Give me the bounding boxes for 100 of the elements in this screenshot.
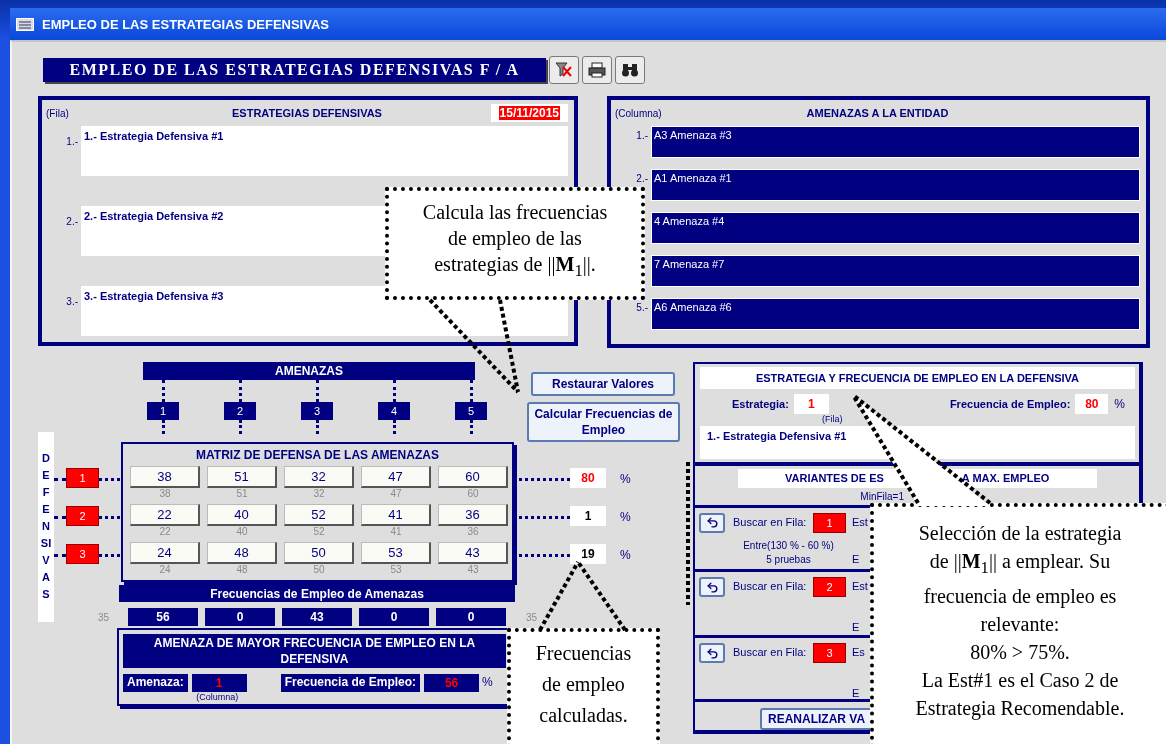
frequency-value: 0	[205, 608, 275, 626]
shadow-value: 41	[389, 526, 403, 539]
cut-text: Est	[851, 579, 868, 593]
item-number: 2.-	[635, 172, 649, 184]
tries-text: 5 pruebas	[766, 552, 811, 567]
shadow-value: 43	[466, 564, 480, 577]
shadow-value: 53	[389, 564, 403, 577]
matrix-cell[interactable]: 38	[130, 466, 200, 488]
matrix-cell[interactable]: 40	[207, 504, 277, 526]
range-text: Entre(130 % - 60 %)	[743, 538, 834, 553]
matrix-cell[interactable]: 41	[361, 504, 431, 526]
field-hint: (Columna)	[196, 692, 239, 702]
percent-sign: %	[620, 472, 631, 486]
threat-field: A6 Amenaza #6	[651, 298, 1140, 330]
column-number: 3	[301, 402, 333, 420]
threats-header: AMENAZAS	[143, 362, 475, 380]
percent-sign: %	[1114, 397, 1125, 411]
result-field: 19	[570, 544, 606, 564]
matrix-cell[interactable]: 32	[284, 466, 354, 488]
matrix-cell[interactable]: 24	[130, 542, 200, 564]
frequency-label: Frecuencia de Empleo:	[280, 674, 421, 692]
toolbar-button[interactable]	[615, 56, 645, 84]
matrix-cell[interactable]: 36	[438, 504, 508, 526]
search-row-label: Buscar en Fila:	[733, 645, 808, 659]
callout-tooltip: Calcula las frecuencias de empleo de las estrategias de ||M$_{1}$||.	[385, 187, 645, 300]
date-field: 15/11/2015	[490, 104, 568, 122]
undo-button[interactable]	[699, 577, 725, 598]
matrix-title: MATRIZ DE DEFENSA DE LAS AMENAZAS	[195, 447, 440, 464]
matrix-cell[interactable]: 51	[207, 466, 277, 488]
frequency-value: 0	[436, 608, 506, 626]
frequencies-header: Frecuencias de Empleo de Amenazas	[119, 585, 515, 602]
matrix-cell[interactable]: 47	[361, 466, 431, 488]
strategy-field: 1.- Estrategia Defensiva #1	[81, 126, 568, 176]
field-hint: (Fila)	[822, 414, 844, 424]
item-number: 5.-	[635, 301, 649, 313]
threat-label: Amenaza:	[123, 674, 188, 692]
panel-title: ESTRATEGIA Y FRECUENCIA DE EMPLEO EN LA DEFENSIVA	[700, 367, 1135, 389]
calculate-button[interactable]: Calcular Frecuencias de Empleo	[527, 402, 680, 442]
panel-title: AMENAZAS A LA ENTIDAD	[806, 107, 949, 119]
cut-text: Est	[851, 514, 868, 528]
printer-icon	[588, 62, 606, 78]
cut-text: E	[851, 686, 861, 700]
matrix-cell[interactable]: 48	[207, 542, 277, 564]
item-number: 1.-	[65, 135, 79, 147]
min-row-note: MinFila=1	[859, 490, 904, 502]
panel-hint: (Fila)	[46, 107, 69, 119]
shadow-value: 32	[312, 488, 326, 501]
panel-hint: (Columna)	[615, 107, 662, 119]
undo-button[interactable]	[699, 512, 725, 533]
column-number: 1	[147, 402, 179, 420]
matrix-cell[interactable]: 22	[130, 504, 200, 526]
percent-sign: %	[482, 675, 493, 689]
matrix-cell[interactable]: 53	[361, 542, 431, 564]
matrix-cell[interactable]: 43	[438, 542, 508, 564]
matrix-cell[interactable]: 52	[284, 504, 354, 526]
row-number: 1	[813, 512, 846, 533]
undo-button[interactable]	[699, 643, 725, 664]
restore-button[interactable]: Restaurar Valores	[531, 372, 675, 396]
shadow-value: 47	[389, 488, 403, 501]
row-number: 3	[66, 544, 99, 564]
form-icon	[16, 17, 34, 31]
matrix-cell[interactable]: 50	[284, 542, 354, 564]
window-title: EMPLEO DE LAS ESTRATEGIAS DEFENSIVAS	[42, 16, 329, 32]
shadow-value: 24	[158, 564, 172, 577]
toolbar-button[interactable]	[582, 56, 612, 84]
faint-value: 35	[96, 611, 109, 623]
row-number: 1	[66, 468, 99, 488]
percent-sign: %	[620, 548, 631, 562]
frequency-value: 56	[424, 674, 480, 692]
cut-text: Es	[851, 645, 866, 659]
binoculars-icon	[621, 62, 639, 78]
column-number: 4	[378, 402, 410, 420]
threat-field: A3 Amenaza #3	[651, 126, 1140, 158]
shadow-value: 36	[466, 526, 480, 539]
shadow-value: 40	[235, 526, 249, 539]
item-number: 3.-	[65, 295, 79, 307]
result-field: 1	[570, 506, 606, 526]
result-field: 80	[570, 468, 606, 488]
cut-text: E	[851, 620, 861, 634]
row-number: 2	[813, 577, 846, 598]
panel-title: ESTRATEGIAS DEFENSIVAS	[232, 107, 382, 119]
shadow-value: 52	[312, 526, 326, 539]
threat-value: 1	[191, 674, 247, 692]
strategy-label: Estrategia:	[732, 398, 789, 410]
clear-filter-icon	[555, 62, 573, 78]
strategy-field: 1.- Estrategia Defensiva #1	[700, 426, 1135, 459]
threat-field: 7 Amenaza #7	[651, 255, 1140, 287]
shadow-value: 48	[235, 564, 249, 577]
frequency-label: Frecuencia de Empleo:	[949, 398, 1071, 410]
callout-tooltip: Selección de la estrategia de ||M$_{1}$|| a emplear. Su frecuencia de empleo es relevante: 80% > 75%. La Est#1 es el Caso 2 de Estrategia Recomendable.	[870, 503, 1166, 744]
threat-field: 4 Amenaza #4	[651, 212, 1140, 244]
shadow-value: 60	[466, 488, 480, 501]
search-row-label: Buscar en Fila:	[733, 514, 808, 528]
cut-text: E	[851, 551, 861, 565]
column-number: 2	[224, 402, 256, 420]
matrix-cell[interactable]: 60	[438, 466, 508, 488]
shadow-value: 51	[235, 488, 249, 501]
percent-sign: %	[620, 510, 631, 524]
form-banner: EMPLEO DE LAS ESTRATEGIAS DEFENSIVAS F / A	[43, 58, 546, 82]
frequency-value: 0	[359, 608, 429, 626]
